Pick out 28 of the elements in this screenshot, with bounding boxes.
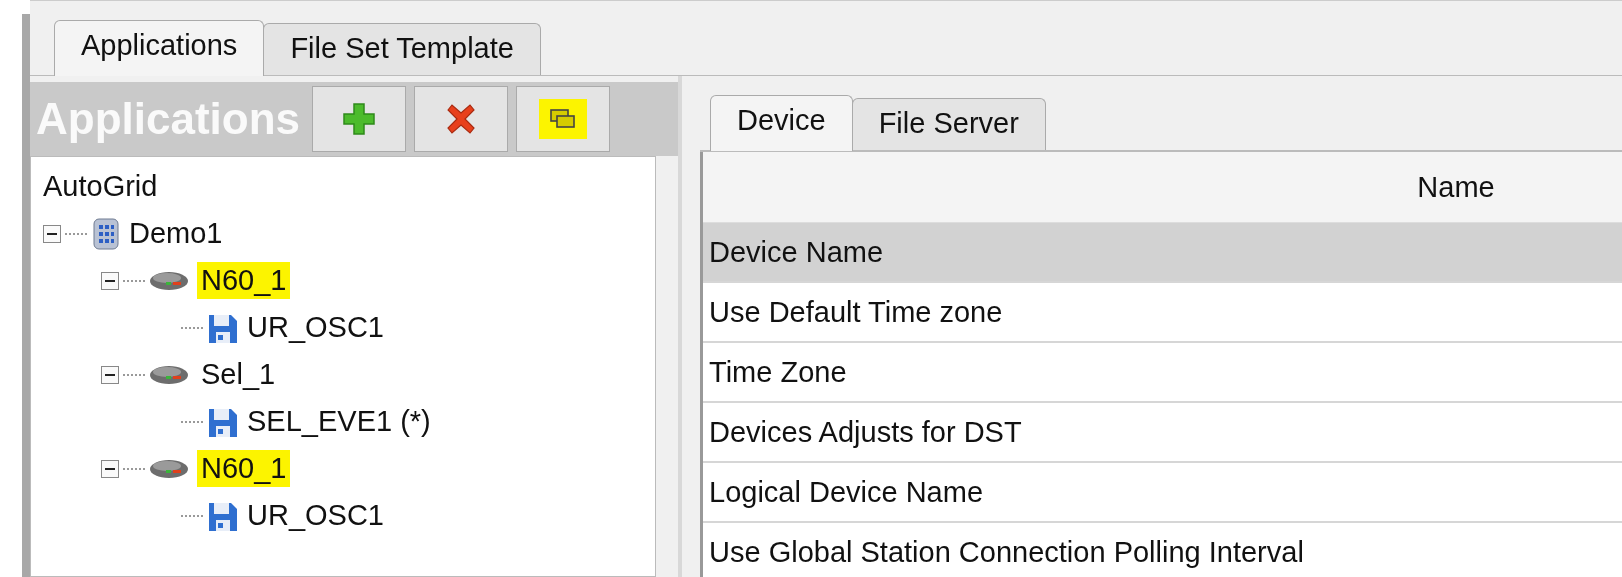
collapse-icon[interactable] <box>43 224 61 243</box>
collapse-icon[interactable] <box>101 459 119 478</box>
column-header: Name <box>1416 170 1496 204</box>
table-row[interactable]: Use Default Time zone <box>703 283 1622 343</box>
table-row[interactable]: Use Global Station Connection Polling Interval <box>703 523 1622 577</box>
tab[interactable]: File Server <box>851 98 1046 150</box>
tree-item[interactable]: Sel_1 <box>197 356 280 393</box>
toolbar-button[interactable] <box>516 86 611 152</box>
table-row[interactable]: Time Zone <box>703 343 1622 403</box>
tab[interactable]: File Set Template <box>263 23 541 75</box>
table-row[interactable]: Devices Adjusts for DST <box>703 403 1622 463</box>
building-icon <box>91 216 121 251</box>
collapse-icon[interactable] <box>101 365 119 384</box>
table-row[interactable]: Device Name <box>703 223 1622 283</box>
table-row[interactable]: Logical Device Name <box>703 463 1622 523</box>
tree-item[interactable]: N60_1 <box>197 262 291 299</box>
collapse-icon[interactable] <box>101 271 119 290</box>
toolbar-button[interactable] <box>414 86 509 152</box>
tab[interactable]: Device <box>710 95 853 151</box>
add-icon <box>342 102 377 136</box>
tree-item[interactable]: AutoGrid <box>39 168 162 205</box>
tree-item[interactable]: SEL_EVE1 (*) <box>243 403 435 440</box>
tree-item[interactable]: UR_OSC1 <box>243 497 388 534</box>
tree-item[interactable]: Demo1 <box>125 215 227 252</box>
tree-item[interactable]: N60_1 <box>197 450 291 487</box>
windows-icon <box>549 107 578 131</box>
tree-item[interactable]: UR_OSC1 <box>243 309 388 346</box>
tab[interactable]: Applications <box>54 20 265 76</box>
